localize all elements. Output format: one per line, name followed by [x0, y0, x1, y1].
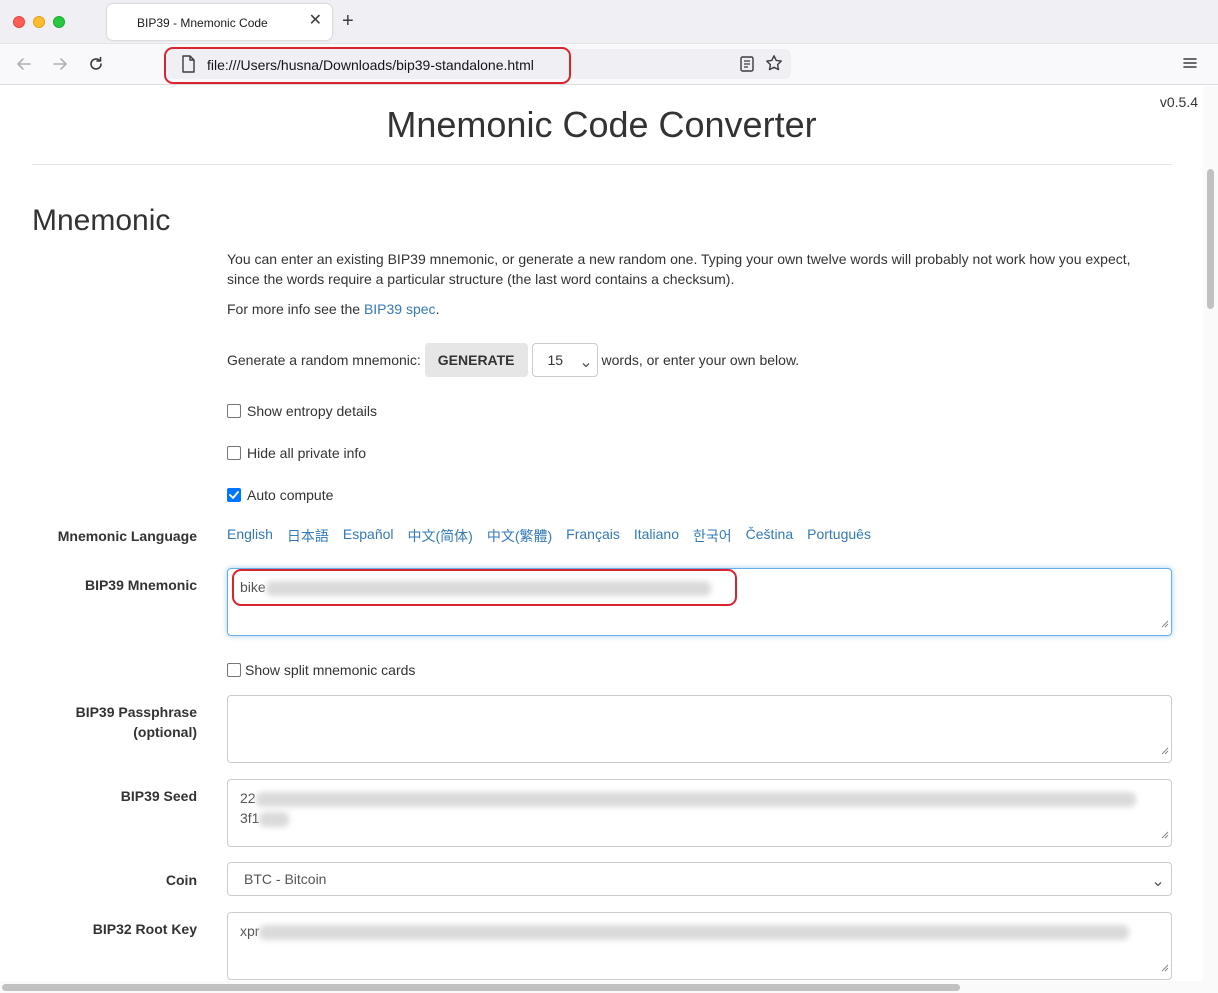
language-link[interactable]: 中文(繁體)	[487, 526, 552, 546]
chevron-down-icon	[1153, 875, 1163, 891]
hamburger-menu-icon[interactable]	[1182, 56, 1198, 75]
root-key-textarea[interactable]: xpr	[227, 912, 1172, 980]
chevron-down-icon	[581, 356, 591, 372]
coin-value: BTC - Bitcoin	[244, 871, 327, 887]
zoom-window-button[interactable]	[53, 16, 65, 28]
tab-close-icon[interactable]: ✕	[309, 12, 322, 30]
forward-icon[interactable]	[48, 52, 72, 76]
mnemonic-language-label: Mnemonic Language	[57, 528, 197, 544]
browser-titlebar: BIP39 - Mnemonic Code ✕ +	[0, 0, 1218, 44]
new-tab-button[interactable]: +	[342, 10, 354, 32]
coin-label: Coin	[165, 872, 197, 888]
tab-title: BIP39 - Mnemonic Code	[137, 16, 268, 30]
seed-line: 3f1	[240, 808, 1159, 828]
divider	[32, 164, 1172, 165]
minimize-window-button[interactable]	[33, 16, 45, 28]
generate-prefix: Generate a random mnemonic:	[227, 352, 421, 368]
page-title: Mnemonic Code Converter	[386, 104, 817, 145]
root-key-label: BIP32 Root Key	[92, 921, 197, 937]
hide-private-checkbox[interactable]	[227, 446, 241, 460]
generate-suffix: words, or enter your own below.	[601, 352, 800, 368]
resize-handle-icon[interactable]	[1159, 613, 1169, 633]
section-title-mnemonic: Mnemonic	[32, 204, 171, 237]
vertical-scroll-thumb[interactable]	[1207, 169, 1214, 309]
show-split-cards-row[interactable]: Show split mnemonic cards	[227, 660, 415, 680]
show-entropy-label: Show entropy details	[247, 403, 377, 419]
language-link[interactable]: Italiano	[634, 526, 679, 546]
checkmark-icon	[229, 491, 239, 499]
intro-paragraph: You can enter an existing BIP39 mnemonic…	[227, 251, 1131, 287]
passphrase-label-line2: (optional)	[133, 724, 197, 740]
more-info-prefix: For more info see the	[227, 301, 364, 317]
bip39-spec-link[interactable]: BIP39 spec	[364, 301, 436, 317]
coin-select[interactable]: BTC - Bitcoin	[227, 862, 1172, 896]
more-info-suffix: .	[435, 301, 440, 317]
language-link[interactable]: Français	[566, 526, 620, 546]
redacted-seed-blur	[259, 811, 290, 827]
url-bar[interactable]: file:///Users/husna/Downloads/bip39-stan…	[167, 49, 791, 79]
seed-line: 22	[240, 788, 1159, 808]
reader-view-icon[interactable]	[739, 55, 755, 78]
auto-compute-checkbox[interactable]	[227, 488, 241, 502]
root-key-text: xpr	[240, 923, 260, 939]
resize-handle-icon[interactable]	[1159, 824, 1169, 844]
seed-line-1-text: 22	[240, 790, 256, 806]
word-count-select[interactable]: 15	[531, 343, 598, 377]
resize-handle-icon[interactable]	[1159, 740, 1169, 760]
language-link[interactable]: 한국어	[693, 526, 732, 546]
bip39-mnemonic-textarea[interactable]: bike	[227, 568, 1172, 636]
bookmark-star-icon[interactable]	[765, 54, 783, 77]
url-text[interactable]: file:///Users/husna/Downloads/bip39-stan…	[207, 57, 534, 73]
hide-private-row[interactable]: Hide all private info	[227, 443, 366, 463]
language-list: English 日本語 Español 中文(简体) 中文(繁體) França…	[227, 526, 885, 546]
bip39-mnemonic-label: BIP39 Mnemonic	[84, 577, 197, 593]
redacted-seed-blur	[255, 791, 1136, 807]
passphrase-label-line1: BIP39 Passphrase	[75, 704, 197, 720]
horizontal-scroll-thumb[interactable]	[2, 984, 960, 991]
seed-line-2-text: 3f1	[240, 810, 260, 826]
page-viewport: v0.5.4 Mnemonic Code Converter Mnemonic …	[0, 86, 1218, 993]
word-count-value: 15	[547, 352, 564, 368]
language-link[interactable]: 中文(简体)	[408, 526, 473, 546]
language-link[interactable]: 日本語	[287, 526, 329, 546]
language-link[interactable]: English	[227, 526, 273, 546]
more-info-paragraph: For more info see the BIP39 spec.	[227, 299, 1167, 319]
resize-handle-icon[interactable]	[1159, 957, 1169, 977]
passphrase-textarea[interactable]	[227, 695, 1172, 763]
show-entropy-row[interactable]: Show entropy details	[227, 401, 377, 421]
show-split-cards-checkbox[interactable]	[227, 663, 241, 677]
close-window-button[interactable]	[13, 16, 25, 28]
redacted-root-key-blur	[259, 924, 1130, 940]
reload-icon[interactable]	[84, 52, 108, 76]
generate-row: Generate a random mnemonic: GENERATE 15 …	[227, 343, 799, 377]
language-link[interactable]: Čeština	[746, 526, 793, 546]
show-split-cards-label: Show split mnemonic cards	[245, 662, 416, 678]
generate-button[interactable]: GENERATE	[424, 343, 528, 377]
auto-compute-label: Auto compute	[247, 487, 334, 503]
redacted-mnemonic-blur	[265, 580, 711, 596]
auto-compute-row[interactable]: Auto compute	[227, 485, 333, 505]
seed-textarea[interactable]: 22 3f1	[227, 779, 1172, 847]
browser-toolbar: file:///Users/husna/Downloads/bip39-stan…	[0, 44, 1218, 85]
back-icon[interactable]	[12, 52, 36, 76]
show-entropy-checkbox[interactable]	[227, 404, 241, 418]
hide-private-label: Hide all private info	[247, 445, 367, 461]
mnemonic-text: bike	[240, 579, 266, 595]
page-icon	[181, 55, 195, 78]
browser-tab[interactable]: BIP39 - Mnemonic Code ✕	[107, 4, 332, 40]
language-link[interactable]: Português	[807, 526, 871, 546]
language-link[interactable]: Español	[343, 526, 394, 546]
seed-label: BIP39 Seed	[120, 788, 197, 804]
passphrase-label: BIP39 Passphrase (optional)	[0, 702, 197, 742]
